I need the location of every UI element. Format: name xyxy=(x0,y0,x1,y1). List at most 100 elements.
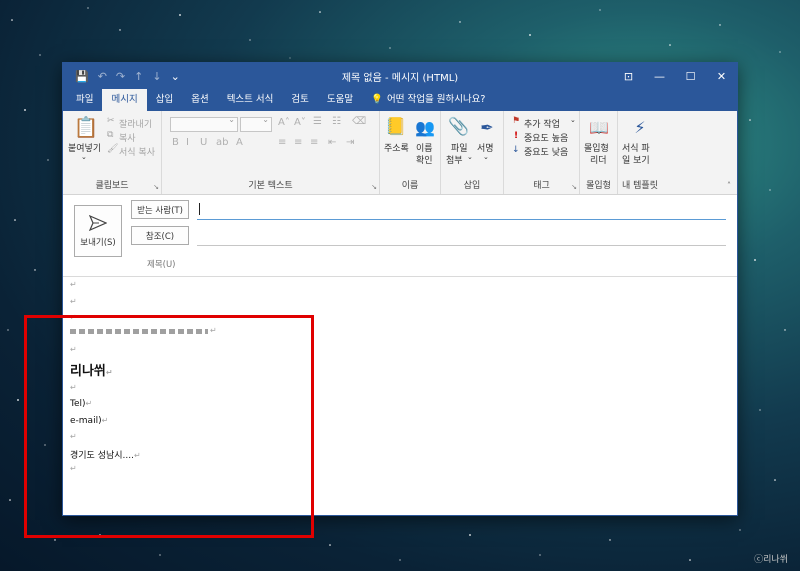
send-button[interactable]: 보내기(S) xyxy=(74,205,122,257)
close-button[interactable]: ✕ xyxy=(706,63,737,89)
signature-tel: Tel) xyxy=(70,399,86,409)
paste-icon[interactable]: 📋 xyxy=(71,115,101,139)
view-templates-line2[interactable]: 일 보기 xyxy=(622,153,650,166)
ribbon-tabs: 파일 메시지 삽입 옵션 텍스트 서식 검토 도움말 💡 어떤 작업을 원하시나… xyxy=(63,89,737,111)
clear-format-icon[interactable]: ⌫ xyxy=(352,116,366,127)
signature-divider xyxy=(70,329,208,334)
compose-header: 보내기(S) 받는 사람(T) 참조(C) 제목(U) xyxy=(63,195,737,277)
cc-field[interactable] xyxy=(197,226,726,246)
empty-paragraph: ↵ xyxy=(70,464,77,473)
signature-email-line: e-mail)↵ xyxy=(70,416,109,426)
cut-icon: ✂ xyxy=(107,116,115,126)
follow-up-dropdown-icon[interactable]: ⌄ xyxy=(570,116,576,124)
customize-toolbar-icon[interactable]: ⌄ xyxy=(171,70,180,83)
align-right-icon[interactable]: ≡ xyxy=(310,137,318,148)
address-book-icon[interactable]: 📒 xyxy=(384,115,408,139)
paste-dropdown-icon[interactable]: ⌄ xyxy=(81,153,87,161)
empty-paragraph: ↵ xyxy=(70,297,77,306)
tab-help[interactable]: 도움말 xyxy=(318,89,362,111)
collapse-ribbon-icon[interactable]: ˄ xyxy=(727,181,731,190)
follow-up-button[interactable]: 추가 작업 xyxy=(524,117,560,130)
underline-icon[interactable]: U xyxy=(200,137,207,148)
ribbon-display-options-icon[interactable]: ⊡ xyxy=(613,63,644,89)
to-field[interactable] xyxy=(197,200,726,220)
maximize-button[interactable]: ☐ xyxy=(675,63,706,89)
font-size-combobox[interactable] xyxy=(240,115,272,132)
minimize-button[interactable]: — xyxy=(644,63,675,89)
format-painter-icon: 🖌 xyxy=(107,144,119,154)
view-templates-icon[interactable]: ⚡ xyxy=(628,115,652,139)
undo-icon[interactable]: ↶ xyxy=(98,70,107,83)
group-label-clipboard: 클립보드 xyxy=(95,181,129,191)
message-body[interactable]: ↵ ↵ ↵ ↵ ↵ 리나쒸↵ ↵ Tel)↵ e-mail)↵ ↵ 경기도 성남… xyxy=(63,277,737,515)
group-label-immersive: 몰입형 xyxy=(586,181,611,191)
numbering-icon[interactable]: ☷ xyxy=(332,116,341,127)
basic-text-launcher-icon[interactable]: ↘ xyxy=(371,183,377,191)
divider-paragraph-mark: ↵ xyxy=(210,326,217,335)
font-name-combobox[interactable] xyxy=(170,115,238,132)
tab-format-text[interactable]: 텍스트 서식 xyxy=(218,89,283,111)
title-bar: 💾 ↶ ↷ ↑ ↓ ⌄ 제목 없음 - 메시지 (HTML) ⊡ — ☐ ✕ xyxy=(63,63,737,89)
tab-insert[interactable]: 삽입 xyxy=(147,89,182,111)
group-label-include: 삽입 xyxy=(463,181,481,191)
tab-file[interactable]: 파일 xyxy=(67,89,102,111)
to-button[interactable]: 받는 사람(T) xyxy=(131,200,189,219)
group-label-my-templates: 내 템플릿 xyxy=(622,181,658,191)
signature-name: 리나쒸 xyxy=(70,364,106,379)
flag-icon: ⚑ xyxy=(512,116,521,126)
low-importance-icon: ↓ xyxy=(512,145,520,155)
check-names-line2[interactable]: 확인 xyxy=(416,153,433,166)
bold-icon[interactable]: B xyxy=(172,137,179,148)
signature-email: e-mail) xyxy=(70,416,102,426)
copy-icon: ⧉ xyxy=(107,130,114,140)
increase-indent-icon[interactable]: ⇥ xyxy=(346,137,354,148)
immersive-reader-icon[interactable]: 📖 xyxy=(587,115,611,139)
cut-button[interactable]: 잘라내기 xyxy=(119,117,152,130)
tab-options[interactable]: 옵션 xyxy=(182,89,217,111)
paperclip-icon[interactable]: 📎 xyxy=(447,115,471,139)
clipboard-launcher-icon[interactable]: ↘ xyxy=(153,183,159,191)
window-controls: ⊡ — ☐ ✕ xyxy=(613,63,737,89)
empty-paragraph: ↵ xyxy=(70,313,77,322)
signature-dropdown-icon[interactable]: ⌄ xyxy=(483,153,489,161)
decrease-indent-icon[interactable]: ⇤ xyxy=(328,137,336,148)
group-tags: ⚑ 추가 작업 ⌄ ! 중요도 높음 ↓ 중요도 낮음 태그 ↘ xyxy=(504,111,580,194)
address-book-button[interactable]: 주소록 xyxy=(384,141,409,154)
quick-access-toolbar: 💾 ↶ ↷ ↑ ↓ ⌄ xyxy=(63,70,180,83)
highlight-icon[interactable]: ab xyxy=(216,137,228,148)
next-item-icon[interactable]: ↓ xyxy=(152,70,161,83)
previous-item-icon[interactable]: ↑ xyxy=(134,70,143,83)
italic-icon[interactable]: I xyxy=(186,137,189,148)
group-label-names: 이름 xyxy=(401,181,419,191)
cc-button[interactable]: 참조(C) xyxy=(131,226,189,245)
check-names-icon[interactable]: 👥 xyxy=(413,115,437,139)
attach-file-dropdown-icon[interactable]: ⌄ xyxy=(467,153,473,161)
attach-file-line2[interactable]: 첨부 xyxy=(446,153,463,166)
tab-review[interactable]: 검토 xyxy=(282,89,317,111)
font-color-icon[interactable]: A xyxy=(236,137,243,148)
redo-icon[interactable]: ↷ xyxy=(116,70,125,83)
immersive-reader-line2[interactable]: 리더 xyxy=(590,153,607,166)
low-importance-button[interactable]: 중요도 낮음 xyxy=(524,145,568,158)
high-importance-button[interactable]: 중요도 높음 xyxy=(524,131,568,144)
tags-launcher-icon[interactable]: ↘ xyxy=(571,183,577,191)
tell-me-search[interactable]: 💡 어떤 작업을 원하시나요? xyxy=(362,89,494,111)
save-icon[interactable]: 💾 xyxy=(75,70,89,83)
signature-icon[interactable]: ✒ xyxy=(475,115,499,139)
subject-label: 제목(U) xyxy=(147,260,176,270)
group-include: 📎 파일 첨부 ⌄ ✒ 서명 ⌄ 삽입 xyxy=(441,111,504,194)
format-painter-button[interactable]: 서식 복사 xyxy=(119,145,155,158)
empty-paragraph: ↵ xyxy=(70,383,77,392)
ribbon: 📋 붙여넣기 ⌄ ✂ 잘라내기 ⧉ 복사 🖌 서식 복사 클립보드 ↘ A˄ A… xyxy=(63,111,737,195)
copy-button[interactable]: 복사 xyxy=(119,131,136,144)
align-left-icon[interactable]: ≡ xyxy=(278,137,286,148)
grow-font-icon[interactable]: A˄ xyxy=(278,117,290,128)
empty-paragraph: ↵ xyxy=(70,345,77,354)
group-names: 📒 주소록 👥 이름 확인 이름 xyxy=(380,111,441,194)
align-center-icon[interactable]: ≡ xyxy=(294,137,302,148)
signature-address-line: 경기도 성남시....↵ xyxy=(70,451,141,461)
shrink-font-icon[interactable]: A˅ xyxy=(294,117,306,128)
signature-name-line: 리나쒸↵ xyxy=(70,364,113,379)
bullets-icon[interactable]: ☰ xyxy=(313,116,322,127)
tab-message[interactable]: 메시지 xyxy=(102,89,147,111)
